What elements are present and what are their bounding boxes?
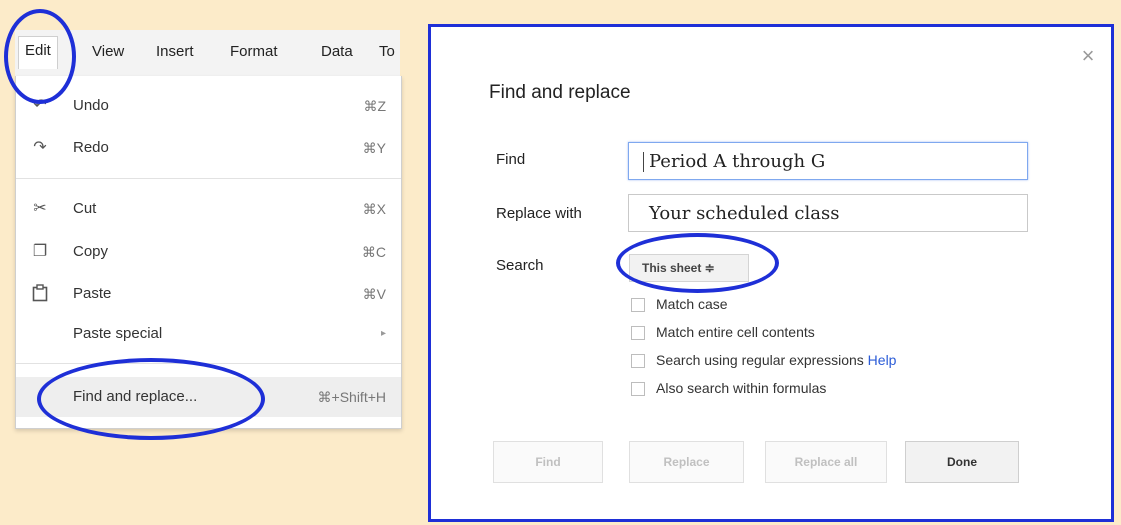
find-label: Find: [496, 151, 526, 168]
menu-item-shortcut: ⌘Y: [362, 140, 386, 156]
close-icon[interactable]: ×: [1079, 45, 1097, 67]
find-input[interactable]: Period A through G: [628, 142, 1028, 180]
menu-item-label: Undo: [73, 97, 109, 114]
menu-format[interactable]: Format: [230, 43, 278, 60]
option-label: Also search within formulas: [656, 380, 827, 396]
option-label: Search using regular expressions: [656, 352, 864, 368]
checkbox[interactable]: [631, 354, 645, 368]
replace-input[interactable]: Your scheduled class: [628, 194, 1028, 232]
help-link[interactable]: Help: [868, 352, 897, 368]
menu-item-label: Copy: [73, 243, 109, 260]
menu-item-cut[interactable]: ✂ Cut ⌘X: [16, 189, 401, 229]
menu-item-paste-special[interactable]: Paste special ▸: [16, 314, 401, 354]
checkbox[interactable]: [631, 326, 645, 340]
checkbox[interactable]: [631, 298, 645, 312]
menu-item-shortcut: ⌘C: [361, 244, 386, 260]
menu-item-paste[interactable]: Paste ⌘V: [16, 274, 401, 314]
menu-item-shortcut: ⌘X: [362, 201, 386, 217]
menu-item-undo[interactable]: ↶ Undo ⌘Z: [16, 86, 401, 126]
search-label: Search: [496, 257, 544, 274]
edit-menu-dropdown: ↶ Undo ⌘Z ↷ Redo ⌘Y ✂ Cut ⌘X ❐ Copy ⌘C P…: [15, 76, 402, 429]
menu-item-shortcut: ⌘V: [362, 286, 386, 302]
replace-all-button[interactable]: Replace all: [765, 441, 887, 483]
menu-item-copy[interactable]: ❐ Copy ⌘C: [16, 232, 401, 272]
menu-tools[interactable]: To: [379, 43, 395, 60]
submenu-arrow-icon: ▸: [380, 328, 386, 339]
menu-item-find-and-replace[interactable]: Find and replace... ⌘+Shift+H: [16, 377, 401, 417]
menu-item-shortcut: ⌘Z: [363, 98, 386, 114]
menu-item-label: Redo: [73, 139, 109, 156]
checkbox[interactable]: [631, 382, 645, 396]
replace-input-value: Your scheduled class: [649, 203, 840, 224]
menu-edit[interactable]: Edit: [18, 36, 58, 69]
menu-insert[interactable]: Insert: [156, 43, 194, 60]
menu-bar: Edit View Insert Format Data To: [15, 30, 400, 77]
menu-divider: [16, 363, 401, 364]
undo-icon: ↶: [33, 97, 47, 114]
search-scope-select[interactable]: This sheet ≑: [629, 254, 749, 282]
menu-data[interactable]: Data: [321, 43, 353, 60]
dialog-title: Find and replace: [489, 82, 631, 103]
copy-icon: ❐: [32, 243, 48, 260]
menu-item-label: Find and replace...: [73, 388, 198, 405]
option-label: Match entire cell contents: [656, 324, 815, 340]
scissors-icon: ✂: [33, 200, 47, 217]
menu-item-label: Paste: [73, 285, 112, 302]
find-button[interactable]: Find: [493, 441, 603, 483]
replace-button[interactable]: Replace: [629, 441, 744, 483]
find-input-value: Period A through G: [649, 151, 826, 172]
menu-item-label: Cut: [73, 200, 97, 217]
paste-icon: [30, 284, 50, 304]
menu-item-redo[interactable]: ↷ Redo ⌘Y: [16, 128, 401, 168]
text-cursor: [643, 152, 644, 172]
done-button[interactable]: Done: [905, 441, 1019, 483]
replace-label: Replace with: [496, 205, 582, 222]
menu-divider: [16, 178, 401, 179]
find-replace-dialog: × Find and replace Find Period A through…: [428, 24, 1114, 522]
menu-view[interactable]: View: [92, 43, 124, 60]
menu-item-label: Paste special: [73, 325, 163, 342]
menu-item-shortcut: ⌘+Shift+H: [317, 389, 386, 405]
redo-icon: ↷: [33, 139, 47, 156]
option-label: Match case: [656, 296, 728, 312]
